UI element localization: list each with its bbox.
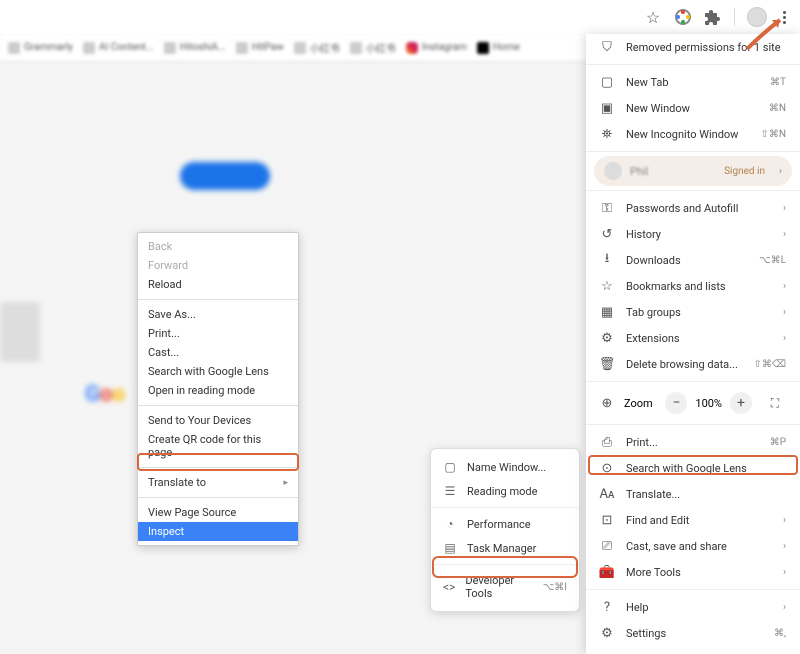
shield-icon: ⛉ [600, 40, 614, 54]
extensions-puzzle-icon[interactable] [704, 8, 722, 26]
menu-more-tools[interactable]: 🧰More Tools› [586, 559, 800, 585]
menu-passwords[interactable]: ⚿Passwords and Autofill› [586, 195, 800, 221]
menu-zoom: ⊕ Zoom − 100% + ⛶ [586, 386, 800, 420]
star-icon: ☆ [600, 279, 614, 293]
ctx-qr-code[interactable]: Create QR code for this page [138, 430, 298, 462]
bookmark-item[interactable]: Instagram [406, 42, 467, 54]
ctx-forward: Forward [138, 256, 298, 275]
menu-help[interactable]: ?Help› [586, 594, 800, 620]
bookmark-item[interactable]: AI Content... [83, 42, 154, 54]
ctx-reading-mode[interactable]: Open in reading mode [138, 381, 298, 400]
grid-icon: ▦ [600, 305, 614, 319]
menu-tab-groups[interactable]: ▦Tab groups› [586, 299, 800, 325]
sub-task-manager[interactable]: ▤Task Manager [431, 536, 579, 560]
ctx-print[interactable]: Print... [138, 324, 298, 343]
menu-settings[interactable]: ⚙Settings⌘, [586, 620, 800, 646]
ctx-search-lens[interactable]: Search with Google Lens [138, 362, 298, 381]
performance-icon: ◔ [443, 517, 457, 531]
menu-dots-icon[interactable] [779, 7, 790, 28]
task-manager-icon: ▤ [443, 541, 457, 555]
bookmark-item[interactable]: Home [477, 42, 520, 54]
history-icon: ↺ [600, 227, 614, 241]
menu-extensions[interactable]: ⚙Extensions› [586, 325, 800, 351]
menu-profile[interactable]: Phil Signed in › [594, 156, 792, 186]
tab-icon: ▢ [600, 75, 614, 89]
ctx-save-as[interactable]: Save As... [138, 305, 298, 324]
menu-incognito[interactable]: ⛯New Incognito Window⇧⌘N [586, 121, 800, 147]
window-icon: ▢ [443, 460, 457, 474]
sub-reading-mode[interactable]: ☰Reading mode [431, 479, 579, 503]
trash-icon: 🗑 [600, 357, 614, 371]
puzzle-icon: ⚙ [600, 331, 614, 345]
fullscreen-button[interactable]: ⛶ [764, 392, 786, 414]
menu-new-tab[interactable]: ▢New Tab⌘T [586, 69, 800, 95]
ctx-cast[interactable]: Cast... [138, 343, 298, 362]
chrome-main-menu: ⛉Removed permissions for 1 site ▢New Tab… [586, 34, 800, 654]
menu-translate[interactable]: 🗛Translate... [586, 481, 800, 507]
menu-cast-save[interactable]: ⎚Cast, save and share› [586, 533, 800, 559]
menu-removed-permissions[interactable]: ⛉Removed permissions for 1 site [586, 34, 800, 60]
avatar-icon [604, 162, 622, 180]
menu-downloads[interactable]: ⭳Downloads⌥⌘L [586, 247, 800, 273]
code-icon: <> [443, 580, 455, 594]
menu-delete-data[interactable]: 🗑Delete browsing data...⇧⌘⌫ [586, 351, 800, 377]
more-tools-submenu: ▢Name Window... ☰Reading mode ◔Performan… [430, 448, 580, 612]
menu-new-window[interactable]: ▣New Window⌘N [586, 95, 800, 121]
help-icon: ? [600, 600, 614, 614]
ctx-translate[interactable]: Translate to▸ [138, 473, 298, 492]
translate-icon: 🗛 [600, 487, 614, 501]
zoom-in-button[interactable]: + [730, 392, 752, 414]
incognito-icon: ⛯ [600, 127, 614, 141]
colorwheel-icon[interactable] [674, 8, 692, 26]
reading-icon: ☰ [443, 484, 457, 498]
bookmark-item[interactable]: 小红书 [294, 40, 340, 55]
window-icon: ▣ [600, 101, 614, 115]
key-icon: ⚿ [600, 201, 614, 215]
cast-icon: ⎚ [600, 539, 614, 553]
ctx-view-source[interactable]: View Page Source [138, 503, 298, 522]
bookmark-item[interactable]: HitoshiA... [164, 42, 226, 54]
tools-icon: 🧰 [600, 565, 614, 579]
context-menu: Back Forward Reload Save As... Print... … [137, 232, 299, 546]
ctx-inspect[interactable]: Inspect [138, 522, 298, 541]
print-icon: ⎙ [600, 435, 614, 449]
zoom-icon: ⊕ [600, 396, 614, 410]
bookmark-star-icon[interactable]: ☆ [644, 8, 662, 26]
sub-name-window[interactable]: ▢Name Window... [431, 455, 579, 479]
search-icon: ⊡ [600, 513, 614, 527]
gear-icon: ⚙ [600, 626, 614, 640]
menu-find-edit[interactable]: ⊡Find and Edit› [586, 507, 800, 533]
bookmark-item[interactable]: 小红书 [350, 40, 396, 55]
divider [734, 8, 735, 26]
browser-toolbar: ☆ [0, 0, 800, 34]
profile-avatar-icon[interactable] [747, 7, 767, 27]
ctx-reload[interactable]: Reload [138, 275, 298, 294]
ctx-back: Back [138, 237, 298, 256]
lens-icon: ⊙ [600, 461, 614, 475]
ctx-send-devices[interactable]: Send to Your Devices [138, 411, 298, 430]
menu-print[interactable]: ⎙Print...⌘P [586, 429, 800, 455]
bookmark-item[interactable]: HitPaw [236, 42, 284, 54]
download-icon: ⭳ [600, 253, 614, 267]
sub-performance[interactable]: ◔Performance [431, 512, 579, 536]
bookmark-item[interactable]: Grammarly [8, 42, 73, 54]
zoom-out-button[interactable]: − [665, 392, 687, 414]
menu-history[interactable]: ↺History› [586, 221, 800, 247]
sub-dev-tools[interactable]: <>Developer Tools⌥⌘I [431, 569, 579, 605]
menu-bookmarks[interactable]: ☆Bookmarks and lists› [586, 273, 800, 299]
menu-search-lens[interactable]: ⊙Search with Google Lens [586, 455, 800, 481]
